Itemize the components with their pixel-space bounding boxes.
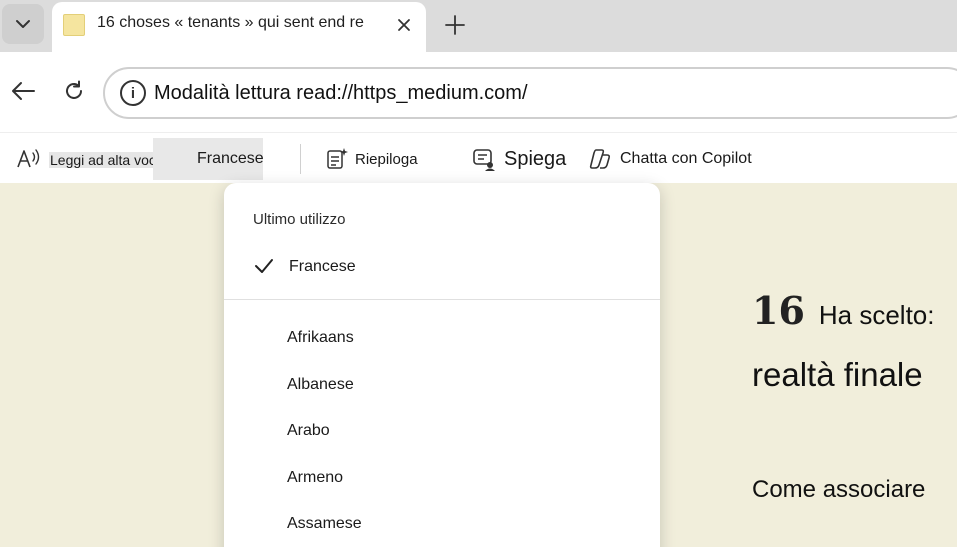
article-subheading: realtà finale [752,356,923,393]
close-icon [398,19,410,31]
explain-icon [473,149,495,171]
language-option-label: Albanese [287,376,354,393]
language-option[interactable]: Arabo [224,413,660,449]
toolbar-divider [300,144,301,174]
info-icon[interactable]: i [120,80,146,106]
reload-icon [66,80,82,99]
read-aloud-icon [17,149,40,168]
address-bar[interactable]: i Modalità lettura read://https_medium.c… [103,67,957,119]
tab-strip: 16 choses « tenants » qui sent end re [0,0,957,52]
summarize-icon [327,148,348,169]
language-option[interactable]: Assamese [224,506,660,542]
reader-toolbar: Leggi ad alta voce ab Francese Riepiloga… [0,132,957,183]
page-favicon-icon [63,14,85,36]
copilot-label: Chatta con Copilot [620,150,752,167]
language-option-label: Armeno [287,469,344,486]
language-dropdown: Ultimo utilizzo Francese Afrikaans Alban… [224,183,660,547]
tab-title: 16 choses « tenants » qui sent end re [97,14,364,31]
language-option-selected[interactable]: Francese [224,249,660,285]
language-option[interactable]: Armeno [224,460,660,496]
language-option-label: Francese [289,258,356,275]
language-option-label: Afrikaans [287,329,354,346]
new-tab-button[interactable] [438,8,472,42]
back-button[interactable] [6,74,40,108]
tab-close-button[interactable] [392,13,416,37]
explain-button[interactable]: Spiega [472,145,566,173]
tab-list-button[interactable] [2,4,44,44]
language-option[interactable]: Albanese [224,367,660,403]
back-arrow-icon [12,82,35,100]
summarize-label: Riepiloga [355,150,418,168]
recently-used-header: Ultimo utilizzo [253,211,346,228]
active-tab[interactable]: 16 choses « tenants » qui sent end re [52,2,426,52]
reload-button[interactable] [57,74,91,108]
chevron-down-icon [16,20,30,28]
explain-label: Spiega [504,147,567,170]
language-option[interactable]: Afrikaans [224,320,660,356]
language-option-label: Assamese [287,515,362,532]
summarize-button[interactable]: Riepiloga [326,145,418,173]
language-select-value: Francese [197,150,264,167]
copilot-chat-button[interactable]: Chatta con Copilot [588,145,752,173]
language-option-label: Arabo [287,422,330,439]
article-heading-line: 16 Ha scelto: [752,288,935,333]
article-paragraph: Come associare [752,476,926,503]
url-text: Modalità lettura read://https_medium.com… [154,82,528,104]
navigation-bar: i Modalità lettura read://https_medium.c… [0,52,957,132]
checkmark-icon [255,259,273,273]
plus-icon [445,15,465,35]
article-heading-text: Ha scelto: [818,300,935,330]
language-select[interactable]: Francese [153,138,264,180]
copilot-icon [589,149,611,169]
read-aloud-button[interactable] [16,146,42,172]
article-number: 16 [752,288,805,333]
dropdown-divider [224,299,660,300]
